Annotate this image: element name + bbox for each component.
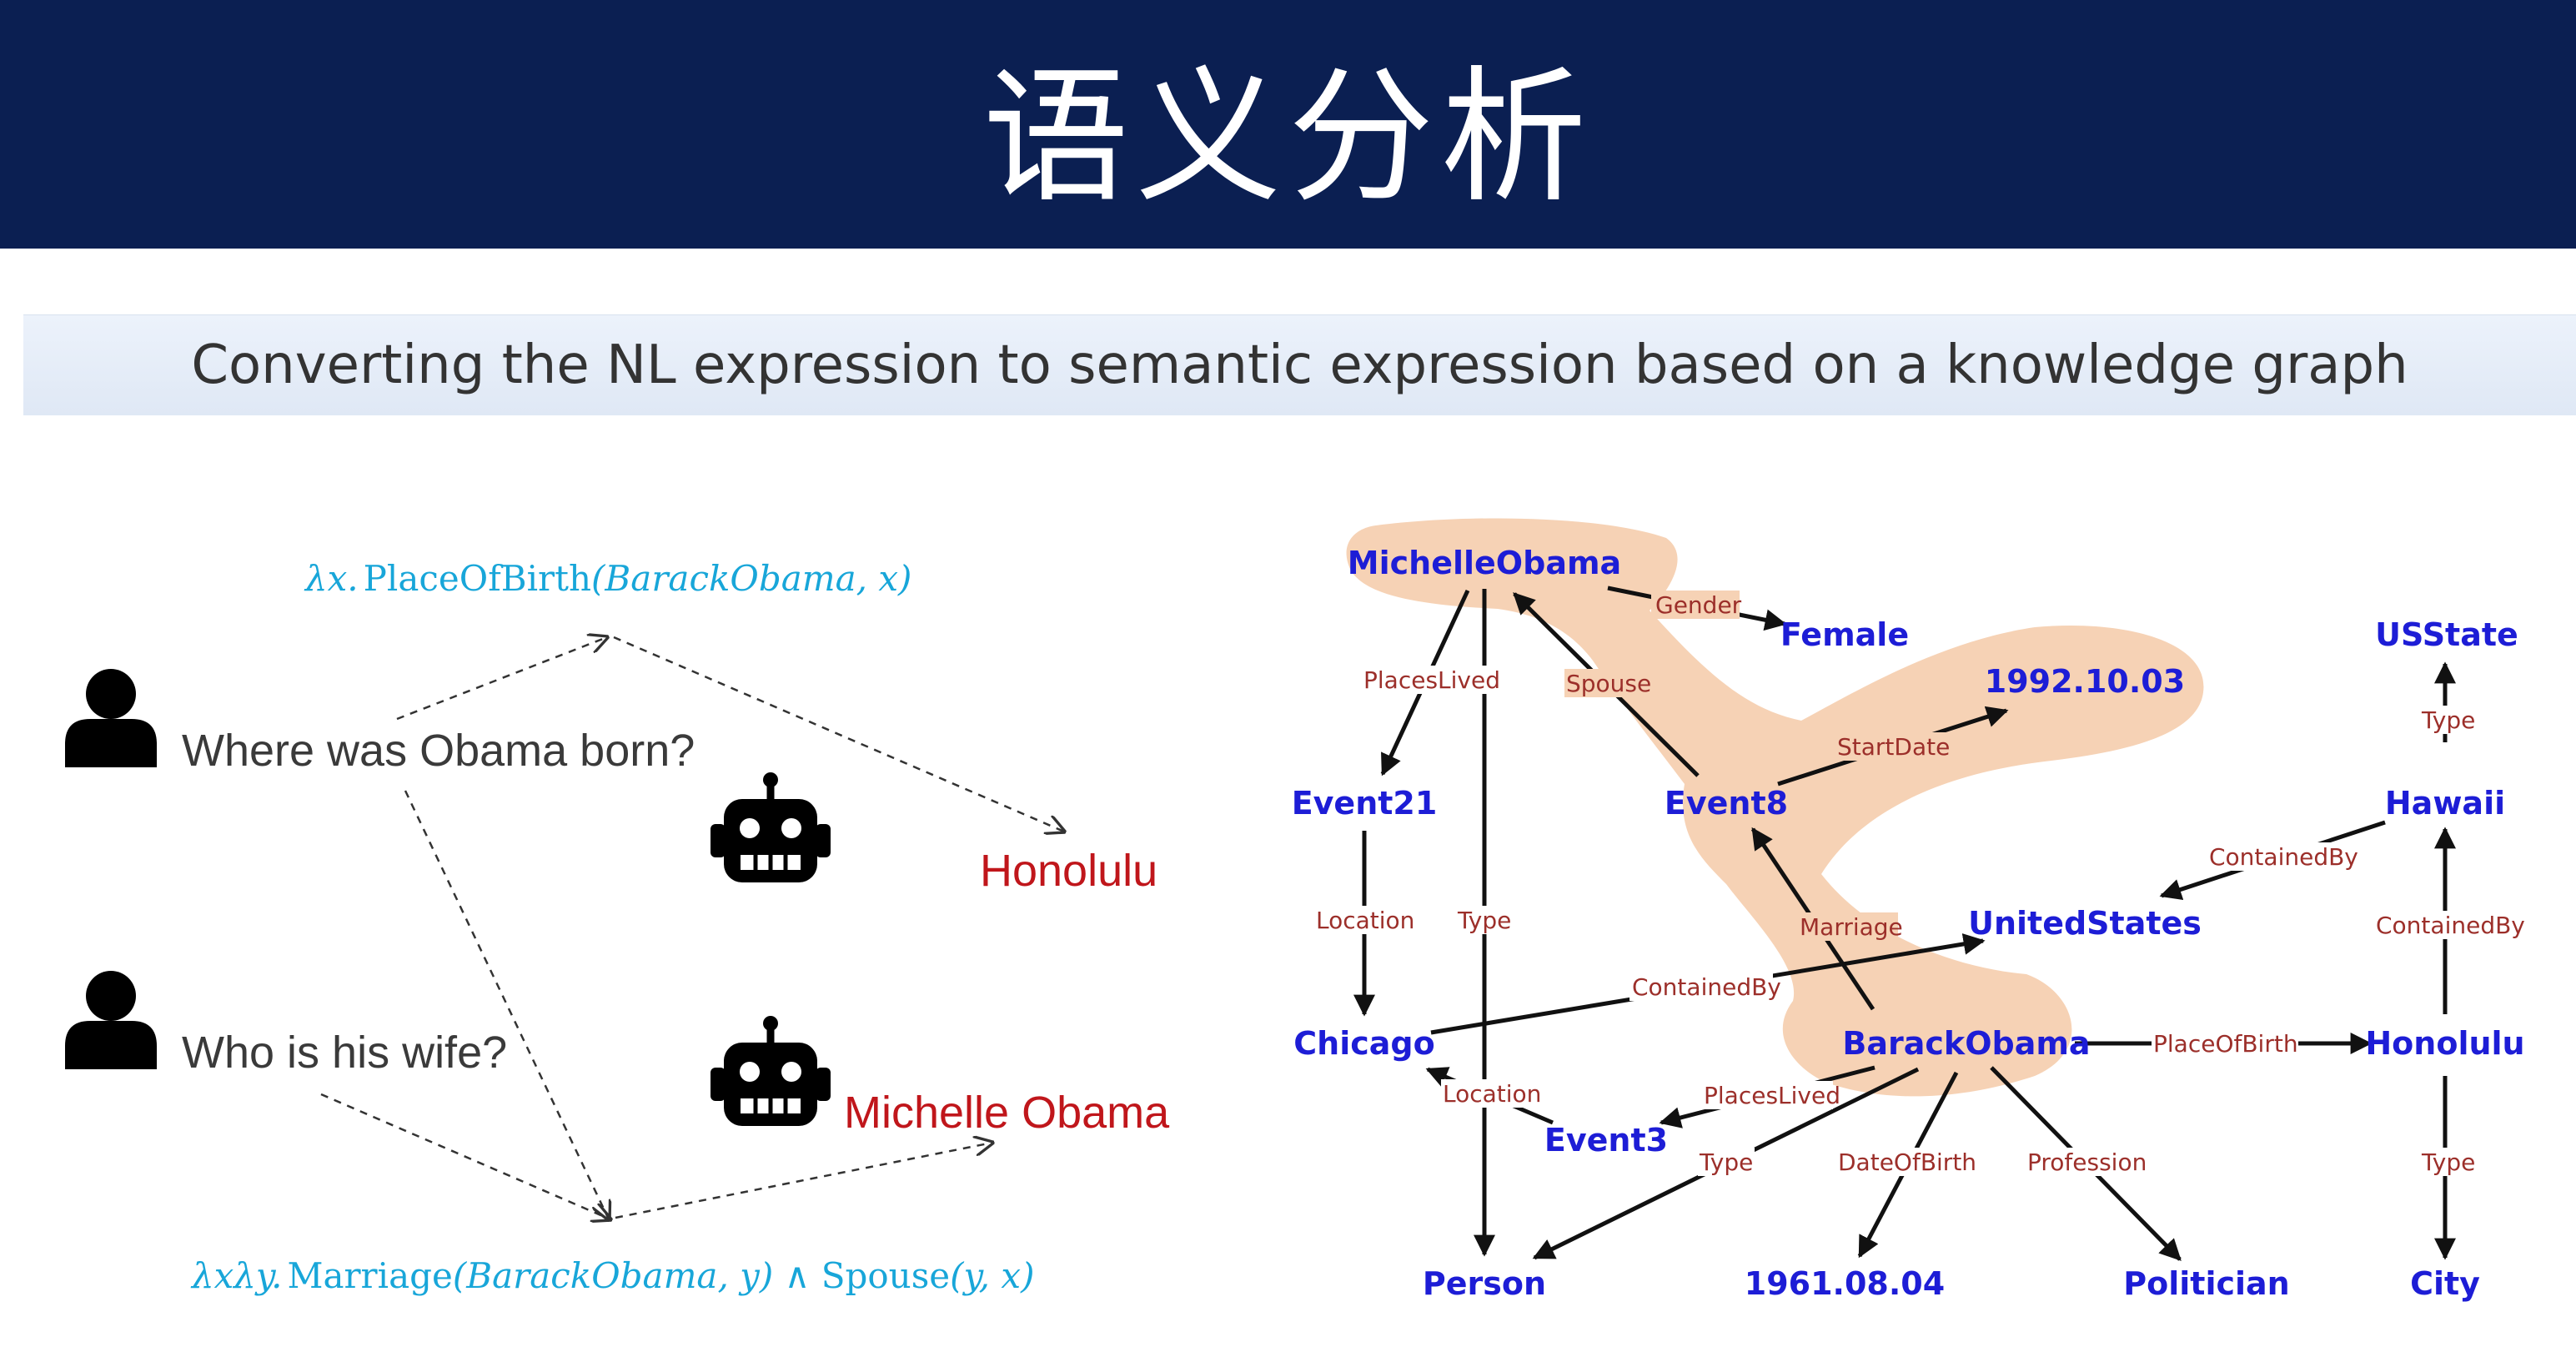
edge-label-containedby-hawaii: ContainedBy — [2209, 843, 2358, 871]
node-unitedstates: UnitedStates — [1968, 905, 2202, 942]
node-chicago: Chicago — [1293, 1025, 1434, 1062]
edge-label-type-person-2: Type — [1699, 1148, 1753, 1176]
node-usstate: USState — [2375, 616, 2518, 653]
dashed-arrow — [320, 1093, 610, 1219]
node-hawaii: Hawaii — [2385, 785, 2505, 822]
edge-label-location: Location — [1316, 907, 1414, 934]
edge-label-spouse: Spouse — [1566, 670, 1651, 697]
edge-label-gender: Gender — [1655, 591, 1742, 619]
node-barackobama: BarackObama — [1842, 1025, 2090, 1062]
edge-label-placeofbirth: PlaceOfBirth — [2153, 1030, 2298, 1058]
slide-canvas: Where was Obama born? Who is his wife? H… — [65, 518, 2525, 1302]
dashed-arrow — [404, 790, 609, 1219]
node-politician: Politician — [2123, 1265, 2289, 1302]
edge-label-type-person: Type — [1457, 907, 1511, 934]
edge-label-type-usstate: Type — [2421, 706, 2475, 734]
answer-1: Honolulu — [980, 846, 1157, 896]
dashed-arrow — [396, 637, 607, 721]
dialogue-panel: Where was Obama born? Who is his wife? H… — [65, 558, 1170, 1296]
node-city: City — [2410, 1265, 2480, 1302]
robot-icon — [711, 772, 831, 882]
node-date-1992: 1992.10.03 — [1985, 663, 2185, 700]
node-honolulu: Honolulu — [2365, 1025, 2524, 1062]
edge-label-profession: Profession — [2027, 1148, 2147, 1176]
node-event3: Event3 — [1544, 1122, 1668, 1159]
robot-icon — [711, 1016, 831, 1126]
question-1: Where was Obama born? — [182, 726, 695, 776]
edge-label-location-event3: Location — [1443, 1080, 1541, 1108]
edge-label-marriage: Marriage — [1800, 913, 1903, 941]
node-person: Person — [1423, 1265, 1546, 1302]
node-michelleobama: MichelleObama — [1348, 545, 1621, 581]
edge-label-placeslived: PlacesLived — [1363, 666, 1500, 694]
node-event21: Event21 — [1292, 785, 1438, 822]
person-icon — [65, 971, 157, 1069]
logical-form-1: λx. PlaceOfBirth(BarackObama, x) — [304, 558, 911, 599]
knowledge-graph: Gender PlacesLived Spouse StartDate Type… — [1292, 518, 2525, 1302]
logical-form-2: λxλy. Marriage(BarackObama, y) ∧ Spouse(y… — [190, 1255, 1034, 1296]
node-event8: Event8 — [1665, 785, 1788, 822]
edge-label-type-city: Type — [2421, 1148, 2475, 1176]
person-icon — [65, 669, 157, 767]
edge-label-startdate: StartDate — [1837, 733, 1950, 761]
edge-label-placeslived-event3: PlacesLived — [1704, 1082, 1840, 1109]
node-female: Female — [1780, 616, 1909, 653]
edge-label-containedby-honolulu: ContainedBy — [2376, 912, 2525, 939]
edge-label-containedby-chicago: ContainedBy — [1632, 973, 1781, 1001]
question-2: Who is his wife? — [182, 1028, 507, 1078]
dashed-arrow — [615, 1143, 992, 1219]
node-date-1961: 1961.08.04 — [1745, 1265, 1945, 1302]
edge-label-dateofbirth: DateOfBirth — [1838, 1148, 1976, 1176]
answer-2: Michelle Obama — [844, 1088, 1170, 1138]
